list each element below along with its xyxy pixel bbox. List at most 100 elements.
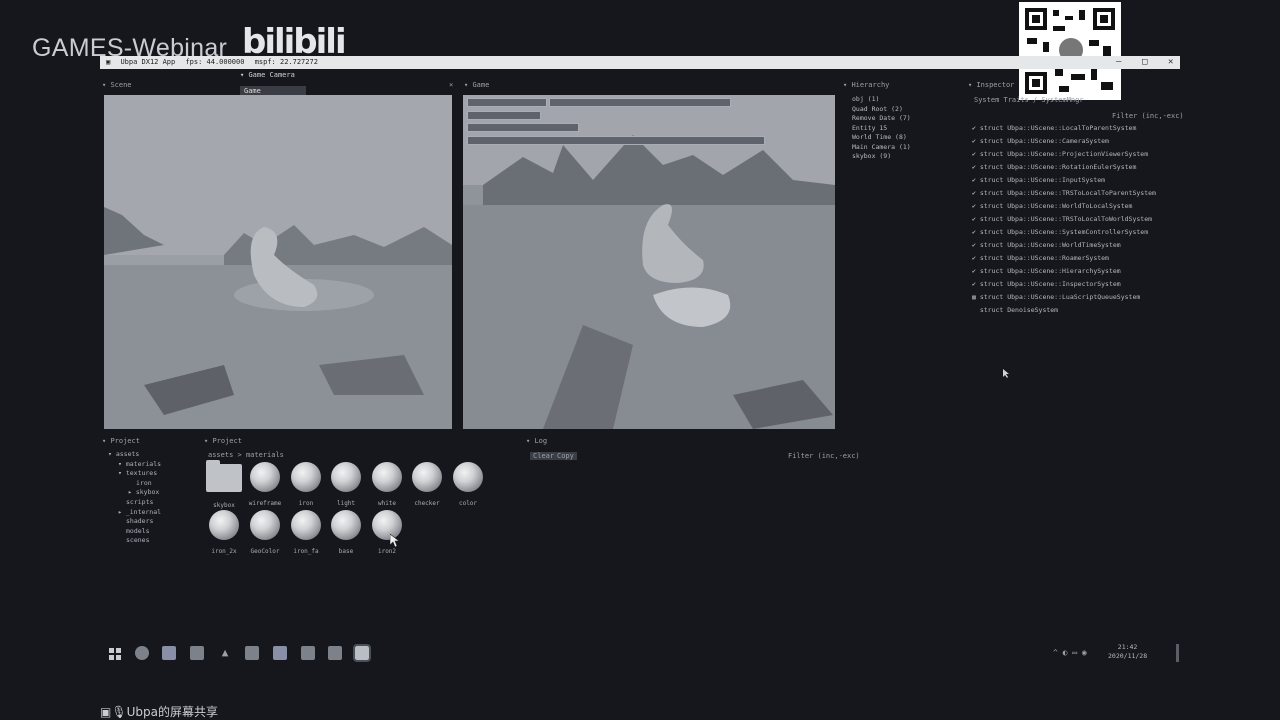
minimize-icon[interactable]: – <box>1116 56 1121 69</box>
game-overlay-bar-4[interactable] <box>467 123 579 132</box>
check-icon[interactable]: ✔ <box>972 228 980 236</box>
system-row[interactable]: ✔ struct Ubpa::UScene::LocalToParentSyst… <box>972 122 1178 135</box>
check-icon[interactable]: ✔ <box>972 124 980 132</box>
system-row[interactable]: ✔ struct Ubpa::UScene::WorldTimeSystem <box>972 239 1178 252</box>
inspector-filter[interactable]: Filter (inc,-exc) <box>1112 112 1184 120</box>
check-icon[interactable]: ✔ <box>972 267 980 275</box>
game-overlay-bar-2[interactable] <box>549 98 731 107</box>
breadcrumb-root[interactable]: assets <box>208 451 233 459</box>
visual-studio-icon[interactable] <box>162 646 176 660</box>
asset-material[interactable]: light <box>326 462 366 507</box>
tree-item[interactable]: scripts <box>108 498 198 508</box>
hierarchy-item[interactable]: Quad Root (2) <box>852 105 962 115</box>
material-sphere-icon <box>372 462 402 492</box>
game-panel-title[interactable]: ▾ Game <box>464 81 489 89</box>
tray-icons[interactable]: ^ ◐ ▭ ◉ <box>1053 648 1087 657</box>
log-copy-button[interactable]: Copy <box>554 452 577 460</box>
tree-item[interactable]: scenes <box>108 536 198 546</box>
system-row[interactable]: ✔ struct Ubpa::UScene::RoamerSystem <box>972 252 1178 265</box>
asset-material[interactable]: GeoColor <box>245 510 285 555</box>
hierarchy-item[interactable]: Entity 15 <box>852 124 962 134</box>
tree-item[interactable]: ▾ materials <box>108 460 198 470</box>
tray-clock[interactable]: 21:42 2020/11/28 <box>1108 643 1147 661</box>
terminal-icon[interactable] <box>301 646 315 660</box>
visual-studio-icon[interactable] <box>273 646 287 660</box>
ubpa-app-icon[interactable] <box>353 644 371 662</box>
app-titlebar[interactable]: ▣ Ubpa DX12 App fps: 44.000000 mspf: 22.… <box>100 56 1180 69</box>
project-tree-panel-title[interactable]: ▾ Project <box>102 437 140 445</box>
log-filter-input[interactable]: Filter (inc,-exc) <box>788 452 860 460</box>
tree-item[interactable]: ▾ assets <box>108 450 198 460</box>
system-row[interactable]: ✔ struct Ubpa::UScene::SystemControllerS… <box>972 226 1178 239</box>
system-row[interactable]: ✔ struct Ubpa::UScene::InputSystem <box>972 174 1178 187</box>
check-icon[interactable]: ✔ <box>972 254 980 262</box>
inspector-panel-title[interactable]: ▾ Inspector <box>968 81 1014 89</box>
check-icon[interactable]: ✔ <box>972 137 980 145</box>
hierarchy-panel-title[interactable]: ▾ Hierarchy <box>843 81 889 89</box>
check-icon[interactable]: ✔ <box>972 189 980 197</box>
asset-material[interactable]: checker <box>407 462 447 507</box>
asset-folder-skybox[interactable]: skybox <box>204 460 244 509</box>
fps-readout: fps: 44.000000 <box>185 58 245 66</box>
game-overlay-bar-3[interactable] <box>467 111 541 120</box>
breadcrumb-current[interactable]: materials <box>246 451 284 459</box>
check-icon[interactable]: ✔ <box>972 150 980 158</box>
system-row[interactable]: ✔ struct Ubpa::UScene::HierarchySystem <box>972 265 1178 278</box>
system-row[interactable]: ✔ struct Ubpa::UScene::RotationEulerSyst… <box>972 161 1178 174</box>
project-files-panel-title[interactable]: ▾ Project <box>204 437 242 445</box>
remote-desktop-icon[interactable] <box>328 646 342 660</box>
log-panel-title[interactable]: ▾ Log <box>526 437 547 445</box>
check-icon[interactable]: ✔ <box>972 176 980 184</box>
maximize-icon[interactable]: □ <box>1142 56 1147 69</box>
scene-viewport[interactable] <box>104 95 452 429</box>
warning-app-icon[interactable]: ▲ <box>218 646 232 660</box>
asset-material[interactable]: iron_fa <box>286 510 326 555</box>
asset-material[interactable]: base <box>326 510 366 555</box>
close-icon[interactable]: ✕ <box>1168 56 1173 69</box>
hierarchy-item[interactable]: skybox (9) <box>852 152 962 162</box>
tree-item[interactable]: ▸ _internal <box>108 508 198 518</box>
check-icon[interactable]: ✔ <box>972 202 980 210</box>
check-icon[interactable]: ✔ <box>972 215 980 223</box>
game-overlay-bar-1[interactable] <box>467 98 547 107</box>
tree-item[interactable]: ▸ skybox <box>108 488 198 498</box>
system-row[interactable]: ✔ struct Ubpa::UScene::InspectorSystem <box>972 278 1178 291</box>
asset-material[interactable]: white <box>367 462 407 507</box>
system-row[interactable]: ✔ struct Ubpa::UScene::ProjectionViewerS… <box>972 148 1178 161</box>
asset-material[interactable]: color <box>448 462 488 507</box>
game-overlay-bar-5[interactable] <box>467 136 765 145</box>
chrome-icon[interactable] <box>135 646 149 660</box>
check-icon[interactable]: ✔ <box>972 163 980 171</box>
hierarchy-item[interactable]: Main Camera (1) <box>852 143 962 153</box>
checkbox-empty-icon[interactable]: ▩ <box>972 293 980 301</box>
system-row[interactable]: ✔ struct Ubpa::UScene::TRSToLocalToParen… <box>972 187 1178 200</box>
system-row[interactable]: ✔ struct Ubpa::UScene::CameraSystem <box>972 135 1178 148</box>
game-viewport[interactable] <box>463 95 835 429</box>
tree-item[interactable]: shaders <box>108 517 198 527</box>
asset-material[interactable]: iron2 <box>367 510 407 555</box>
show-desktop-button[interactable] <box>1176 644 1179 662</box>
check-icon[interactable]: ✔ <box>972 241 980 249</box>
asset-material[interactable]: iron <box>286 462 326 507</box>
material-sphere-icon <box>331 510 361 540</box>
check-icon[interactable]: ✔ <box>972 280 980 288</box>
system-row[interactable]: ✔ struct Ubpa::UScene::TRSToLocalToWorld… <box>972 213 1178 226</box>
hierarchy-item[interactable]: obj (1) <box>852 95 962 105</box>
tree-item[interactable]: iron <box>108 479 198 489</box>
asset-material[interactable]: wireframe <box>245 462 285 507</box>
settings-app-icon[interactable] <box>245 646 259 660</box>
microphone-icon: 🎙 <box>111 705 127 719</box>
system-row[interactable]: ▩ struct Ubpa::UScene::LuaScriptQueueSys… <box>972 291 1178 304</box>
scene-panel-close-icon[interactable]: × <box>449 81 453 89</box>
system-row[interactable]: struct DenoiseSystem <box>972 304 1178 317</box>
system-row[interactable]: ✔ struct Ubpa::UScene::WorldToLocalSyste… <box>972 200 1178 213</box>
file-explorer-icon[interactable] <box>190 646 204 660</box>
windows-start-icon[interactable] <box>108 646 122 660</box>
hierarchy-item[interactable]: World Time (8) <box>852 133 962 143</box>
hierarchy-item[interactable]: Remove Date (7) <box>852 114 962 124</box>
tree-item[interactable]: models <box>108 527 198 537</box>
asset-material[interactable]: iron_2x <box>204 510 244 555</box>
game-camera-menu-item[interactable]: ▾ Game Camera <box>240 71 295 79</box>
scene-panel-title[interactable]: ▾ Scene <box>102 81 132 89</box>
tree-item[interactable]: ▾ textures <box>108 469 198 479</box>
